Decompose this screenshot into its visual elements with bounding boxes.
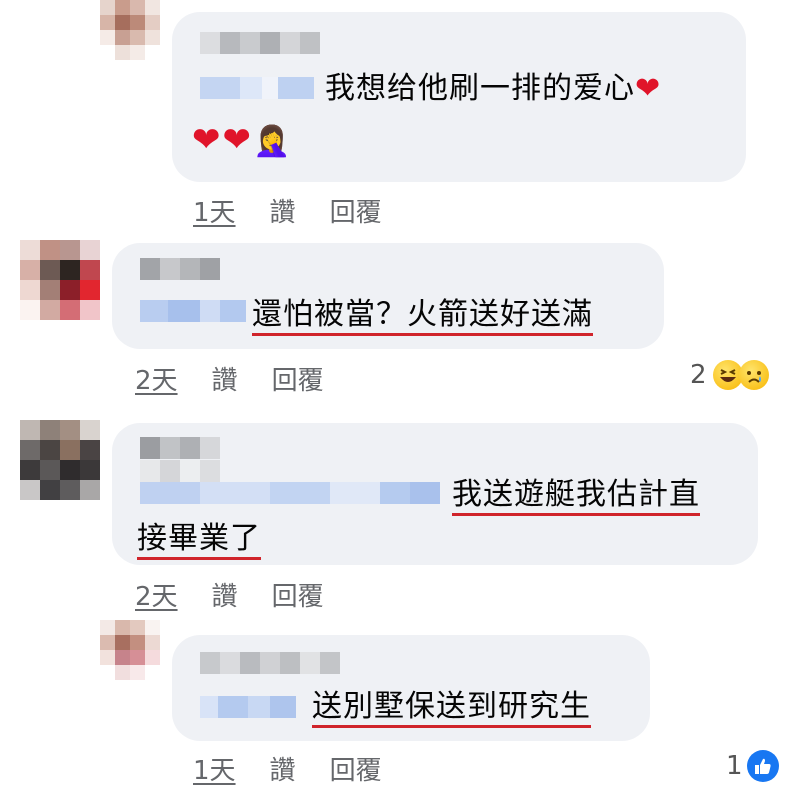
reply-button[interactable]: 回覆 bbox=[272, 576, 324, 613]
reply-button[interactable]: 回覆 bbox=[330, 192, 382, 229]
mention-tag-blurred[interactable] bbox=[140, 482, 440, 504]
comment-text: 我送遊艇我估計直 bbox=[452, 474, 700, 516]
mention-tag-blurred[interactable] bbox=[140, 300, 246, 322]
sad-reaction-icon bbox=[738, 360, 769, 390]
reaction-summary[interactable]: 2 bbox=[690, 360, 769, 390]
like-button[interactable]: 讚 bbox=[212, 576, 238, 613]
commenter-name-blurred[interactable] bbox=[140, 258, 220, 280]
like-button[interactable]: 讚 bbox=[270, 750, 296, 787]
reaction-count: 1 bbox=[726, 751, 743, 781]
reaction-count: 2 bbox=[690, 360, 707, 390]
avatar[interactable] bbox=[100, 620, 160, 680]
avatar[interactable] bbox=[20, 420, 100, 500]
comment-text-line2: 接畢業了 bbox=[137, 518, 261, 560]
timestamp-link[interactable]: 1天 bbox=[193, 750, 236, 787]
timestamp-link[interactable]: 2天 bbox=[135, 576, 178, 613]
comment-actions: 1天 讚 回覆 bbox=[193, 750, 382, 787]
reaction-summary[interactable]: 1 bbox=[726, 750, 779, 782]
like-button[interactable]: 讚 bbox=[212, 360, 238, 397]
like-reaction-icon bbox=[746, 750, 779, 782]
reply-button[interactable]: 回覆 bbox=[330, 750, 382, 787]
comment-text: 我想给他刷一排的爱心❤ bbox=[325, 71, 662, 106]
comment-actions: 1天 讚 回覆 bbox=[193, 192, 382, 229]
mention-tag-blurred[interactable] bbox=[200, 77, 314, 99]
mention-tag-blurred[interactable] bbox=[200, 696, 296, 718]
comment-actions: 2天 讚 回覆 bbox=[135, 576, 324, 613]
reply-button[interactable]: 回覆 bbox=[272, 360, 324, 397]
timestamp-link[interactable]: 2天 bbox=[135, 360, 178, 397]
comment-text: 送別墅保送到研究生 bbox=[312, 686, 591, 728]
avatar[interactable] bbox=[20, 240, 100, 320]
commenter-name-blurred bbox=[140, 460, 220, 482]
like-button[interactable]: 讚 bbox=[270, 192, 296, 229]
comment-actions: 2天 讚 回覆 bbox=[135, 360, 324, 397]
heart-icon: ❤ bbox=[635, 71, 662, 106]
person-facepalm-icon: 🤦‍♀️ bbox=[252, 124, 293, 159]
comment-text: 還怕被當？火箭送好送滿 bbox=[252, 294, 593, 336]
commenter-name-blurred[interactable] bbox=[140, 437, 220, 459]
avatar[interactable] bbox=[100, 0, 160, 60]
commenter-name-blurred[interactable] bbox=[200, 32, 320, 54]
timestamp-link[interactable]: 1天 bbox=[193, 192, 236, 229]
commenter-name-blurred[interactable] bbox=[200, 652, 340, 674]
heart-icon: ❤❤🤦‍♀️ bbox=[192, 120, 293, 160]
